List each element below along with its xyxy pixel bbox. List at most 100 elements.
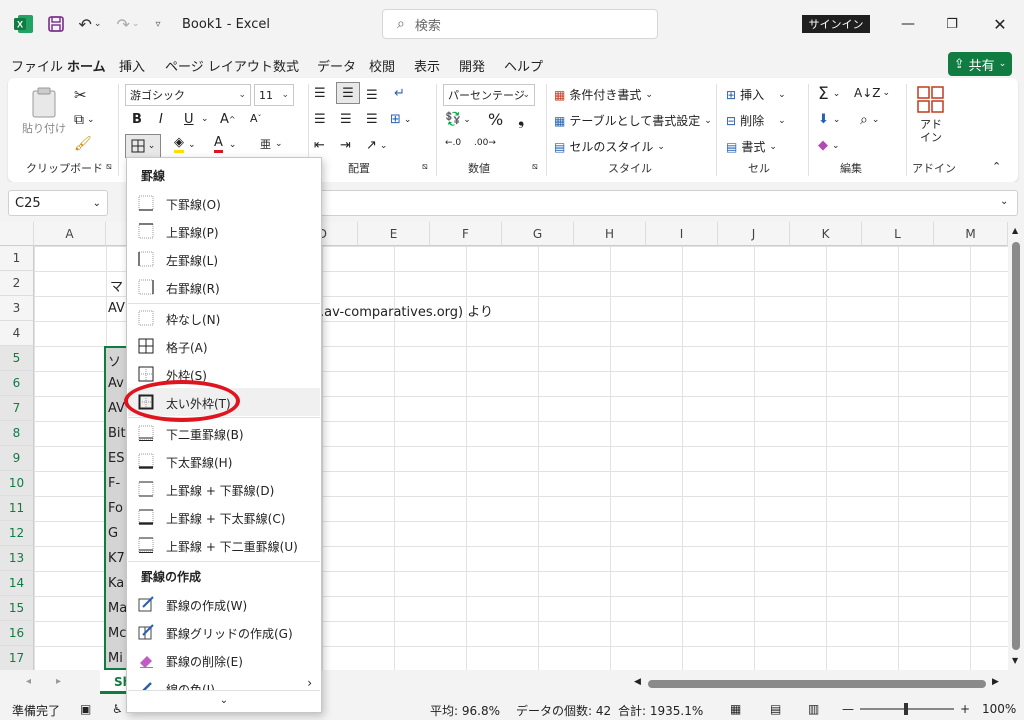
line-color-item[interactable]: 線の色(I) › <box>128 674 320 690</box>
zoom-level[interactable]: 100% <box>982 702 1016 716</box>
bold-button[interactable]: B <box>132 112 142 127</box>
name-box[interactable]: C25 ⌄ <box>8 190 108 216</box>
row-header[interactable]: 11 <box>0 496 34 521</box>
font-size-select[interactable]: 11 ⌄ <box>254 84 294 106</box>
format-painter-icon[interactable]: 🖌 <box>74 136 92 152</box>
no-border-item[interactable]: 枠なし(N) <box>128 304 320 332</box>
autosum-button[interactable]: Σ ⌄ <box>818 84 840 104</box>
zoom-thumb[interactable] <box>904 703 908 715</box>
row-header[interactable]: 5 <box>0 346 34 371</box>
addins-button[interactable]: アド イン <box>914 86 948 144</box>
close-icon[interactable]: ✕ <box>988 14 1012 34</box>
qat-more-icon[interactable]: ▿ <box>150 14 166 34</box>
column-header[interactable]: K <box>790 222 862 246</box>
row-header[interactable]: 8 <box>0 421 34 446</box>
macro-record-icon[interactable]: ▣ <box>80 702 91 716</box>
accessibility-icon[interactable]: ♿ <box>112 702 123 716</box>
undo-icon[interactable]: ↶ ⌄ <box>76 14 104 34</box>
row-header[interactable]: 13 <box>0 546 34 571</box>
scroll-down-icon[interactable]: ▼ <box>1012 656 1018 665</box>
prev-sheet-icon[interactable]: ◂ <box>26 676 31 687</box>
copy-icon[interactable]: ⧉ ⌄ <box>74 112 95 128</box>
bottom-double-border-item[interactable]: 下二重罫線(B) <box>128 419 320 447</box>
tab-page-layout[interactable]: ページ レイアウト <box>165 56 273 75</box>
zoom-out-icon[interactable]: — <box>842 702 854 716</box>
italic-button[interactable]: I <box>159 112 163 127</box>
border-top-item[interactable]: 上罫線(P) <box>128 217 320 245</box>
phonetic-icon[interactable]: 亜 ⌄ <box>260 136 283 152</box>
zoom-in-icon[interactable]: + <box>960 702 970 716</box>
tab-file[interactable]: ファイル <box>11 56 63 75</box>
row-header[interactable]: 17 <box>0 646 34 670</box>
zoom-slider[interactable] <box>860 703 954 715</box>
column-header[interactable]: G <box>502 222 574 246</box>
tab-review[interactable]: 校閲 <box>369 56 395 75</box>
comma-style-icon[interactable]: ❟ <box>518 110 524 130</box>
cell-styles-button[interactable]: ▤ セルのスタイル ⌄ <box>554 138 665 155</box>
underline-button[interactable]: U <box>184 112 194 127</box>
align-bottom-icon[interactable]: ☰ <box>366 88 378 103</box>
column-header[interactable]: L <box>862 222 934 246</box>
tab-home[interactable]: ホーム <box>67 56 106 81</box>
row-header[interactable]: 12 <box>0 521 34 546</box>
format-as-table-button[interactable]: ▦ テーブルとして書式設定 ⌄ <box>554 112 712 129</box>
increase-decimal-icon[interactable]: ←.0 <box>445 138 461 148</box>
tab-view[interactable]: 表示 <box>414 56 440 75</box>
column-header[interactable]: I <box>646 222 718 246</box>
border-right-item[interactable]: 右罫線(R) <box>128 273 320 301</box>
clear-icon[interactable]: ◆ ⌄ <box>818 138 840 153</box>
top-bottom-border-item[interactable]: 上罫線 + 下罫線(D) <box>128 475 320 503</box>
row-header[interactable]: 4 <box>0 321 34 346</box>
increase-indent-icon[interactable]: ⇥ <box>340 138 351 153</box>
tab-developer[interactable]: 開発 <box>459 56 485 75</box>
border-left-item[interactable]: 左罫線(L) <box>128 245 320 273</box>
share-button[interactable]: ⇪ 共有 ⌄ <box>948 52 1012 76</box>
horizontal-scroll-thumb[interactable] <box>648 680 986 688</box>
font-color-icon[interactable]: A ⌄ <box>214 136 236 153</box>
align-middle-icon[interactable]: ☰ <box>336 82 360 104</box>
fill-icon[interactable]: ⬇ ⌄ <box>818 112 840 127</box>
all-borders-item[interactable]: 格子(A) <box>128 332 320 360</box>
format-cells-button[interactable]: ▤ 書式 ⌄ <box>726 138 777 155</box>
row-header[interactable]: 2 <box>0 271 34 296</box>
border-bottom-item[interactable]: 下罫線(O) <box>128 189 320 217</box>
normal-view-icon[interactable]: ▦ <box>730 702 741 716</box>
merge-icon[interactable]: ⊞ ⌄ <box>390 112 411 127</box>
wrap-text-icon[interactable]: ↵ <box>394 86 405 101</box>
horizontal-scrollbar[interactable]: ◀ ▶ <box>632 677 1004 690</box>
cut-icon[interactable]: ✂ <box>74 86 87 104</box>
minimize-icon[interactable]: — <box>896 14 920 34</box>
sort-filter-icon[interactable]: A↓Z ⌄ <box>854 86 890 100</box>
draw-border-item[interactable]: 罫線の作成(W) <box>128 590 320 618</box>
row-header[interactable]: 9 <box>0 446 34 471</box>
insert-cells-button[interactable]: ⊞ 挿入 ⌄ <box>726 86 786 103</box>
column-header[interactable]: F <box>430 222 502 246</box>
borders-button[interactable]: ⌄ <box>125 134 161 158</box>
font-name-select[interactable]: 游ゴシック ⌄ <box>125 84 251 106</box>
page-break-view-icon[interactable]: ▥ <box>808 702 819 716</box>
vertical-scroll-thumb[interactable] <box>1012 242 1020 650</box>
row-header[interactable]: 1 <box>0 246 34 271</box>
alignment-launcher-icon[interactable]: ⧅ <box>422 162 428 172</box>
top-thick-bottom-border-item[interactable]: 上罫線 + 下太罫線(C) <box>128 503 320 531</box>
thick-bottom-border-item[interactable]: 下太罫線(H) <box>128 447 320 475</box>
orientation-icon[interactable]: ↗ ⌄ <box>366 138 387 153</box>
decrease-indent-icon[interactable]: ⇤ <box>314 138 325 153</box>
menu-scroll-down-button[interactable]: ⌄ <box>128 690 320 710</box>
increase-font-icon[interactable]: A ^ <box>220 112 236 127</box>
erase-border-item[interactable]: 罫線の削除(E) <box>128 646 320 674</box>
column-header[interactable]: H <box>574 222 646 246</box>
next-sheet-icon[interactable]: ▸ <box>56 676 61 687</box>
align-left-icon[interactable]: ☰ <box>314 112 326 127</box>
column-header[interactable]: J <box>718 222 790 246</box>
tab-data[interactable]: データ <box>317 56 356 75</box>
vertical-scrollbar[interactable]: ▲ ▼ <box>1008 222 1024 670</box>
fill-color-icon[interactable]: ◈ ⌄ <box>174 136 196 153</box>
row-header[interactable]: 7 <box>0 396 34 421</box>
row-header[interactable]: 16 <box>0 621 34 646</box>
conditional-format-button[interactable]: ▦ 条件付き書式 ⌄ <box>554 86 653 103</box>
signin-button[interactable]: サインイン <box>802 15 870 33</box>
tab-help[interactable]: ヘルプ <box>504 56 543 75</box>
column-header[interactable]: E <box>358 222 430 246</box>
align-right-icon[interactable]: ☰ <box>366 112 378 127</box>
